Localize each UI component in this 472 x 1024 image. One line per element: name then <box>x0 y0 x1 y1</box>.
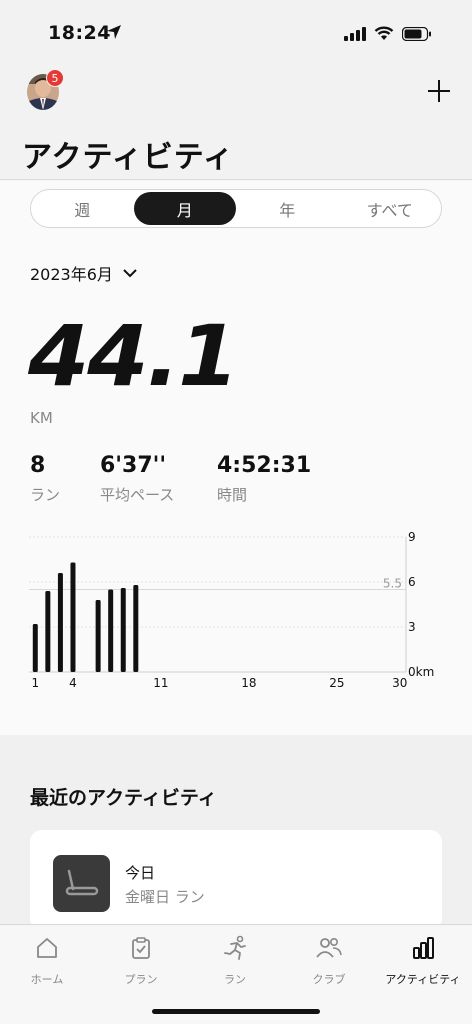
tab-plan-label: プラン <box>124 973 158 986</box>
month-selector[interactable]: 2023年6月 <box>30 261 137 285</box>
recent-activities-section: 最近のアクティビティ 今日 金曜日 ラン <box>0 735 472 930</box>
bar-day-2 <box>45 591 51 672</box>
total-distance: 44.1 <box>28 307 239 405</box>
x-tick-label: 4 <box>69 676 77 690</box>
segment-year[interactable]: 年 <box>236 190 339 227</box>
bar-day-7 <box>108 589 114 672</box>
x-tick-label: 25 <box>329 676 344 690</box>
segment-month[interactable]: 月 <box>133 192 236 225</box>
tab-home-label: ホーム <box>30 973 64 986</box>
wifi-icon <box>374 26 394 40</box>
recent-activities-title: 最近のアクティビティ <box>30 787 217 809</box>
segment-week[interactable]: 週 <box>31 190 134 227</box>
bar-day-6 <box>95 600 101 672</box>
stat-runs: 8 ラン <box>30 453 60 505</box>
tab-club[interactable]: クラブ <box>282 935 376 987</box>
month-label: 2023年6月 <box>30 265 113 284</box>
bar-day-3 <box>57 573 63 672</box>
bar-day-1 <box>32 624 38 672</box>
chevron-down-icon <box>123 268 137 277</box>
y-tick-label: 0km <box>408 665 434 679</box>
stat-runs-label: ラン <box>30 486 61 504</box>
tab-run-label: ラン <box>224 973 246 986</box>
status-icons <box>344 26 432 41</box>
bar-day-9 <box>133 585 139 672</box>
runner-icon <box>188 935 282 961</box>
clipboard-icon <box>94 935 188 961</box>
tab-plan[interactable]: プラン <box>94 935 188 987</box>
distance-unit: KM <box>30 409 53 427</box>
x-tick-label: 1 <box>31 676 39 690</box>
signal-icon <box>344 26 366 41</box>
stat-pace-value: 6'37'' <box>100 453 167 478</box>
battery-icon <box>402 26 431 41</box>
location-arrow-icon <box>107 25 121 39</box>
stat-pace: 6'37'' 平均ペース <box>100 453 174 505</box>
x-tick-label: 30 <box>392 676 407 690</box>
treadmill-icon <box>53 855 110 912</box>
segment-all[interactable]: すべて <box>339 190 442 227</box>
tab-home[interactable]: ホーム <box>0 935 94 987</box>
stat-time-label: 時間 <box>217 486 248 504</box>
bar-day-4 <box>70 562 76 672</box>
stat-pace-label: 平均ペース <box>100 486 175 504</box>
home-indicator <box>152 1009 320 1014</box>
home-icon <box>0 935 94 961</box>
stat-time: 4:52:31 時間 <box>217 453 311 505</box>
y-tick-label: 9 <box>408 531 416 544</box>
average-label: 5.5 <box>383 577 402 591</box>
stat-time-value: 4:52:31 <box>217 453 312 478</box>
stat-runs-value: 8 <box>30 453 46 478</box>
activity-date: 今日 <box>125 864 156 882</box>
bar-chart-icon <box>376 935 470 961</box>
tab-bar: ホーム プラン ラン クラブ アクティビティ <box>0 924 472 1024</box>
bar-day-8 <box>120 588 126 672</box>
x-tick-label: 11 <box>153 676 168 690</box>
tab-activity-label: アクティビティ <box>385 973 461 986</box>
monthly-distance-chart: 5.5 9 6 3 0km 1 4 11 18 25 30 <box>29 531 434 690</box>
activity-summary: 週 月 年 すべて 2023年6月 44.1 KM 8 ラン 6'37'' 平均… <box>0 181 472 735</box>
activity-card[interactable]: 今日 金曜日 ラン <box>30 830 442 930</box>
tab-activity[interactable]: アクティビティ <box>376 935 470 987</box>
page-title: アクティビティ <box>22 140 234 175</box>
y-tick-label: 6 <box>408 575 416 589</box>
status-bar: 18:24 <box>0 0 472 64</box>
tab-run[interactable]: ラン <box>188 935 282 987</box>
tab-club-label: クラブ <box>312 973 346 986</box>
period-segmented-control: 週 月 年 すべて <box>30 189 442 228</box>
notification-badge: 5 <box>46 69 64 87</box>
activity-subtitle: 金曜日 ラン <box>125 888 205 906</box>
y-tick-label: 3 <box>408 620 416 634</box>
header: 5 アクティビティ <box>0 64 472 180</box>
add-button[interactable] <box>426 78 452 104</box>
x-tick-label: 18 <box>241 676 256 690</box>
status-time: 18:24 <box>48 22 111 44</box>
people-icon <box>282 935 376 961</box>
